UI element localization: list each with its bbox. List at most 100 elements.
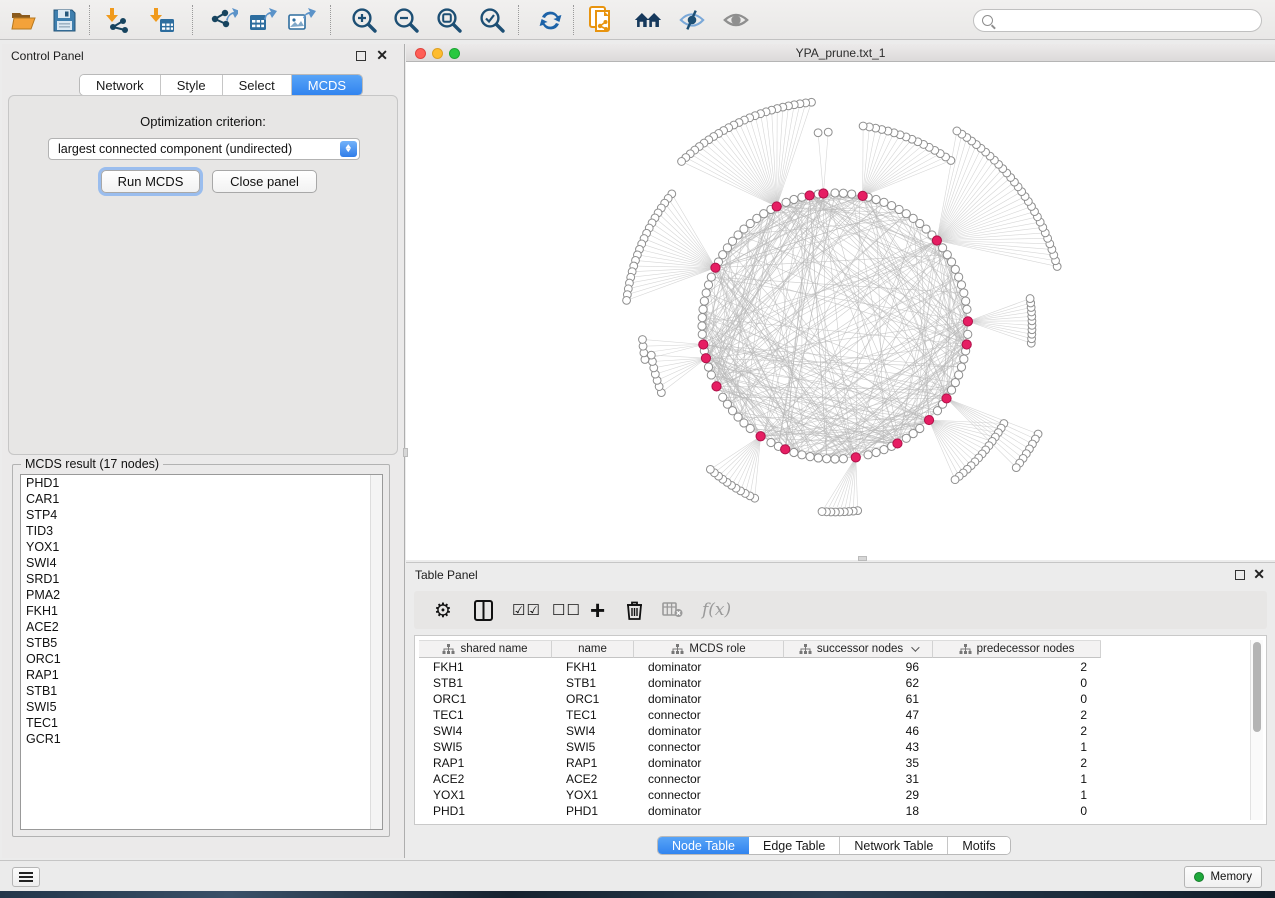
mcds-result-item[interactable]: STB1 xyxy=(21,683,382,699)
mcds-result-item[interactable]: TEC1 xyxy=(21,715,382,731)
show-all-icon[interactable] xyxy=(722,6,750,34)
apply-layout-icon[interactable] xyxy=(536,6,564,34)
mcds-result-item[interactable]: FKH1 xyxy=(21,603,382,619)
column-header-name[interactable]: name xyxy=(552,641,634,658)
tab-edge-table[interactable]: Edge Table xyxy=(749,837,840,854)
export-table-icon[interactable] xyxy=(249,6,277,34)
optimization-criterion-value: largest connected component (undirected) xyxy=(58,142,292,156)
close-panel-icon[interactable]: ✕ xyxy=(1253,566,1265,582)
zoom-fit-content-icon[interactable] xyxy=(435,6,463,34)
close-panel-button[interactable]: Close panel xyxy=(212,170,317,193)
hide-selected-icon[interactable] xyxy=(678,6,706,34)
export-image-icon[interactable] xyxy=(288,6,316,34)
mcds-result-item[interactable]: PMA2 xyxy=(21,587,382,603)
run-mcds-button[interactable]: Run MCDS xyxy=(101,170,200,193)
zoom-out-icon[interactable] xyxy=(392,6,420,34)
tab-node-table[interactable]: Node Table xyxy=(658,837,749,854)
table-cell: 46 xyxy=(784,723,933,739)
table-cell: SWI4 xyxy=(552,723,634,739)
tab-network-table[interactable]: Network Table xyxy=(840,837,948,854)
table-cell: SWI4 xyxy=(419,723,552,739)
mcds-result-item[interactable]: TID3 xyxy=(21,523,382,539)
save-session-icon[interactable] xyxy=(50,6,78,34)
toolbar-separator xyxy=(518,5,519,35)
search-box[interactable] xyxy=(973,9,1262,32)
memory-button[interactable]: Memory xyxy=(1184,866,1262,888)
float-panel-icon[interactable] xyxy=(356,51,366,61)
import-table-file-icon[interactable] xyxy=(148,6,176,34)
network-window-titlebar[interactable]: YPA_prune.txt_1 xyxy=(406,44,1275,62)
show-hide-columns-icon[interactable] xyxy=(474,596,493,624)
table-row[interactable]: TEC1TEC1connector472 xyxy=(419,707,1101,723)
optimization-criterion-select[interactable]: largest connected component (undirected)… xyxy=(48,138,360,160)
import-network-file-icon[interactable] xyxy=(104,6,132,34)
table-cell: RAP1 xyxy=(419,755,552,771)
first-neighbors-icon[interactable] xyxy=(634,6,662,34)
mcds-result-item[interactable]: PHD1 xyxy=(21,475,382,491)
table-cell: 2 xyxy=(933,707,1101,723)
table-row[interactable]: RAP1RAP1dominator352 xyxy=(419,755,1101,771)
mcds-result-item[interactable]: SRD1 xyxy=(21,571,382,587)
create-column-icon[interactable]: + xyxy=(590,596,605,624)
column-header-predecessor-nodes[interactable]: predecessor nodes xyxy=(933,641,1101,658)
mcds-result-item[interactable]: RAP1 xyxy=(21,667,382,683)
function-builder-icon[interactable]: f(x) xyxy=(702,596,731,624)
table-cell: 47 xyxy=(784,707,933,723)
table-row[interactable]: STB1STB1dominator620 xyxy=(419,675,1101,691)
table-cell: connector xyxy=(634,787,784,803)
tab-network[interactable]: Network xyxy=(80,75,161,95)
table-scrollbar[interactable] xyxy=(1250,640,1263,820)
table-row[interactable]: SWI5SWI5connector431 xyxy=(419,739,1101,755)
table-scrollbar-thumb[interactable] xyxy=(1253,642,1261,732)
network-from-selection-icon[interactable] xyxy=(588,6,616,34)
column-header-MCDS-role[interactable]: MCDS role xyxy=(634,641,784,658)
horizontal-splitter-handle[interactable] xyxy=(858,556,867,561)
tab-motifs[interactable]: Motifs xyxy=(948,837,1009,854)
mcds-list-scrollbar[interactable] xyxy=(370,475,382,829)
table-panel: Table Panel ✕ ⚙ ☑☑ ☐☐ + f(x) xyxy=(406,562,1275,858)
zoom-in-icon[interactable] xyxy=(350,6,378,34)
table-row[interactable]: ACE2ACE2connector311 xyxy=(419,771,1101,787)
table-row[interactable]: ORC1ORC1dominator610 xyxy=(419,691,1101,707)
network-graph-canvas[interactable] xyxy=(406,62,1275,560)
mcds-result-item[interactable]: SWI5 xyxy=(21,699,382,715)
table-row[interactable]: FKH1FKH1dominator962 xyxy=(419,659,1101,675)
task-history-button[interactable] xyxy=(12,867,40,887)
mcds-result-item[interactable]: GCR1 xyxy=(21,731,382,747)
memory-label: Memory xyxy=(1210,871,1252,883)
table-mode-icon[interactable]: ⚙ xyxy=(434,596,452,624)
mcds-result-item[interactable]: ORC1 xyxy=(21,651,382,667)
table-cell: PHD1 xyxy=(419,803,552,819)
search-input[interactable] xyxy=(998,14,1228,28)
table-row[interactable]: SWI4SWI4dominator462 xyxy=(419,723,1101,739)
table-row[interactable]: PHD1PHD1dominator180 xyxy=(419,803,1101,819)
mcds-result-item[interactable]: STB5 xyxy=(21,635,382,651)
tab-style[interactable]: Style xyxy=(161,75,223,95)
select-all-icon[interactable]: ☑☑ xyxy=(512,596,541,624)
table-panel-title: Table Panel xyxy=(415,568,478,582)
close-panel-icon[interactable]: ✕ xyxy=(376,47,388,63)
zoom-selected-icon[interactable] xyxy=(478,6,506,34)
mcds-result-list[interactable]: PHD1CAR1STP4TID3YOX1SWI4SRD1PMA2FKH1ACE2… xyxy=(20,474,383,830)
column-header-shared-name[interactable]: shared name xyxy=(419,641,552,658)
mcds-result-item[interactable]: SWI4 xyxy=(21,555,382,571)
tab-mcds[interactable]: MCDS xyxy=(292,75,362,95)
mcds-tab-content: Optimization criterion: largest connecte… xyxy=(8,95,398,455)
vertical-splitter-handle[interactable] xyxy=(403,448,408,457)
table-row[interactable]: YOX1YOX1connector291 xyxy=(419,787,1101,803)
control-panel-tabs: NetworkStyleSelectMCDS xyxy=(79,74,363,96)
tab-select[interactable]: Select xyxy=(223,75,292,95)
delete-table-icon[interactable] xyxy=(662,596,683,624)
table-cell: dominator xyxy=(634,659,784,675)
export-network-icon[interactable] xyxy=(210,6,238,34)
mcds-result-item[interactable]: STP4 xyxy=(21,507,382,523)
open-session-icon[interactable] xyxy=(10,6,38,34)
toolbar-separator xyxy=(89,5,90,35)
mcds-result-item[interactable]: CAR1 xyxy=(21,491,382,507)
delete-columns-icon[interactable] xyxy=(626,596,643,624)
mcds-result-item[interactable]: YOX1 xyxy=(21,539,382,555)
deselect-all-icon[interactable]: ☐☐ xyxy=(552,596,581,624)
float-panel-icon[interactable] xyxy=(1235,570,1245,580)
mcds-result-item[interactable]: ACE2 xyxy=(21,619,382,635)
column-header-successor-nodes[interactable]: successor nodes xyxy=(784,641,933,658)
